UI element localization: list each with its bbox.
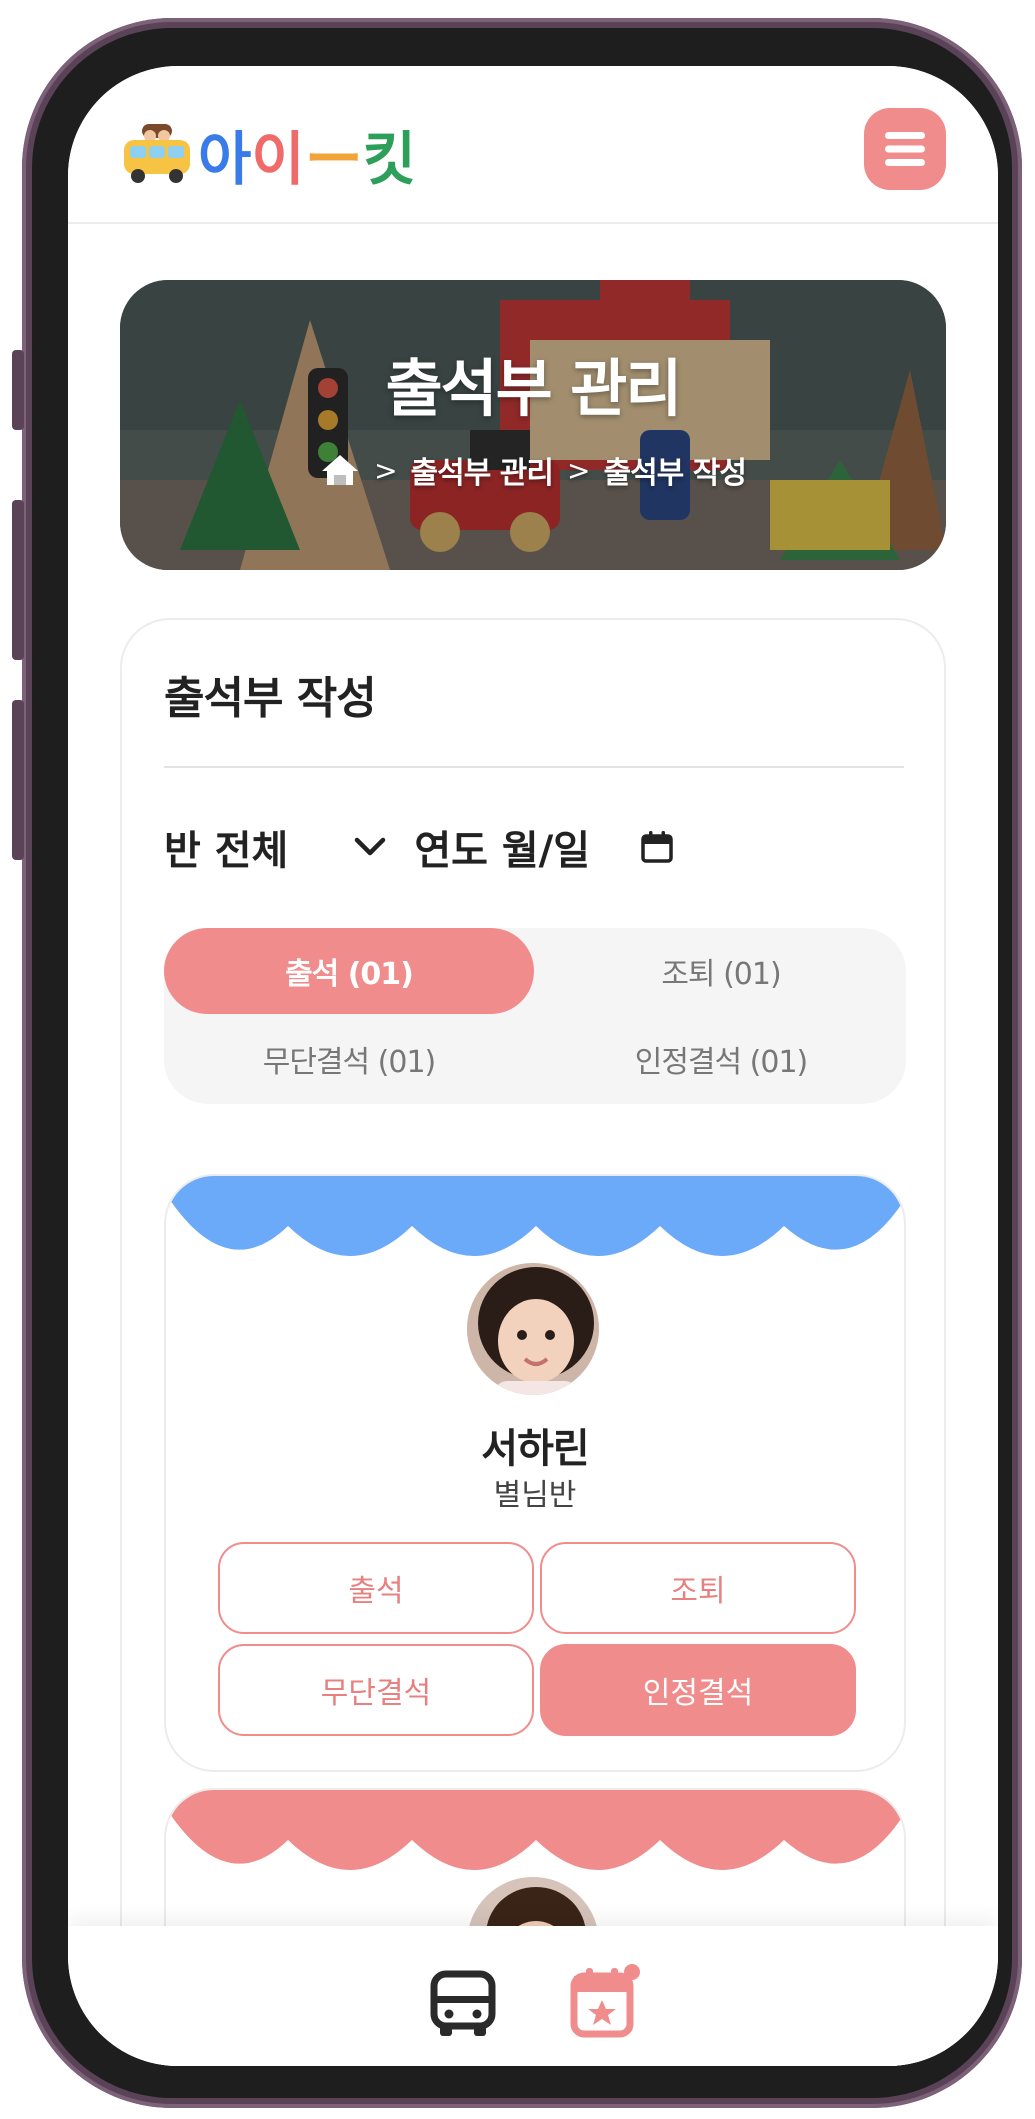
side-button-2: [12, 500, 24, 660]
logo-char-2: 이: [251, 125, 304, 193]
student-avatar: [464, 1260, 602, 1398]
tab-excused-absence[interactable]: 인정결석 (01): [536, 1016, 906, 1102]
logo-char-4: 킷: [362, 125, 416, 193]
breadcrumb-item-write[interactable]: 출석부 작성: [603, 448, 746, 492]
bottom-navigation: [68, 1926, 998, 2066]
early-leave-button[interactable]: 조퇴: [540, 1542, 856, 1634]
student-class: 별님반: [493, 1478, 577, 1513]
breadcrumb-separator: >: [567, 453, 590, 487]
calendar-icon: [641, 831, 673, 863]
bus-logo-icon: [124, 124, 190, 183]
date-picker[interactable]: 연도 월/일: [414, 818, 674, 876]
divider: [164, 766, 904, 768]
logo-char-1: 아: [198, 125, 251, 193]
class-select[interactable]: 반 전체: [164, 818, 388, 876]
class-select-value: 반 전체: [164, 828, 289, 874]
page-banner: 출석부 관리 > 출석부 관리 > 출석부 작성: [120, 280, 946, 570]
hamburger-icon: [885, 132, 925, 166]
unexcused-absence-button[interactable]: 무단결석: [218, 1644, 534, 1736]
bus-icon[interactable]: [428, 1970, 498, 2040]
home-icon[interactable]: [320, 453, 360, 487]
excused-absence-button[interactable]: 인정결석: [540, 1644, 856, 1736]
breadcrumb: > 출석부 관리 > 출석부 작성: [120, 448, 946, 492]
status-tabs: 출석 (01) 조퇴 (01) 무단결석 (01) 인정결석 (01): [164, 928, 906, 1104]
breadcrumb-separator: >: [374, 453, 397, 487]
date-picker-value: 연도 월/일: [414, 828, 591, 874]
tab-present[interactable]: 출석 (01): [164, 928, 534, 1014]
menu-button[interactable]: [864, 108, 946, 190]
app-logo[interactable]: 아 이 ー 킷: [120, 112, 416, 196]
calendar-star-icon[interactable]: [568, 1962, 648, 2042]
card-title: 출석부 작성: [164, 673, 377, 724]
present-button[interactable]: 출석: [218, 1542, 534, 1634]
breadcrumb-item-attendance[interactable]: 출석부 관리: [411, 448, 554, 492]
logo-char-3: ー: [304, 125, 363, 193]
chevron-down-icon: [355, 837, 386, 856]
tab-unexcused-absence[interactable]: 무단결석 (01): [164, 1016, 534, 1102]
tab-early-leave[interactable]: 조퇴 (01): [536, 928, 906, 1014]
filter-bar: 반 전체 연도 월/일: [164, 818, 674, 876]
logo-text: 아 이 ー 킷: [198, 112, 416, 196]
app-header: 아 이 ー 킷: [68, 66, 998, 224]
student-card: 서하린 별님반 출석 조퇴 무단결석 인정결석: [164, 1174, 906, 1772]
app-screen: 아 이 ー 킷 출석부 관리 > 출석부 관리 > 출석부 작성 출석부 작성 …: [68, 66, 998, 2066]
side-button-3: [12, 700, 24, 860]
student-name: 서하린: [481, 1426, 589, 1472]
attendance-card: 출석부 작성 반 전체 연도 월/일 출석 (01) 조퇴 (01) 무단결석 …: [120, 618, 946, 2066]
banner-title: 출석부 관리: [385, 352, 683, 425]
side-button-1: [12, 350, 24, 430]
